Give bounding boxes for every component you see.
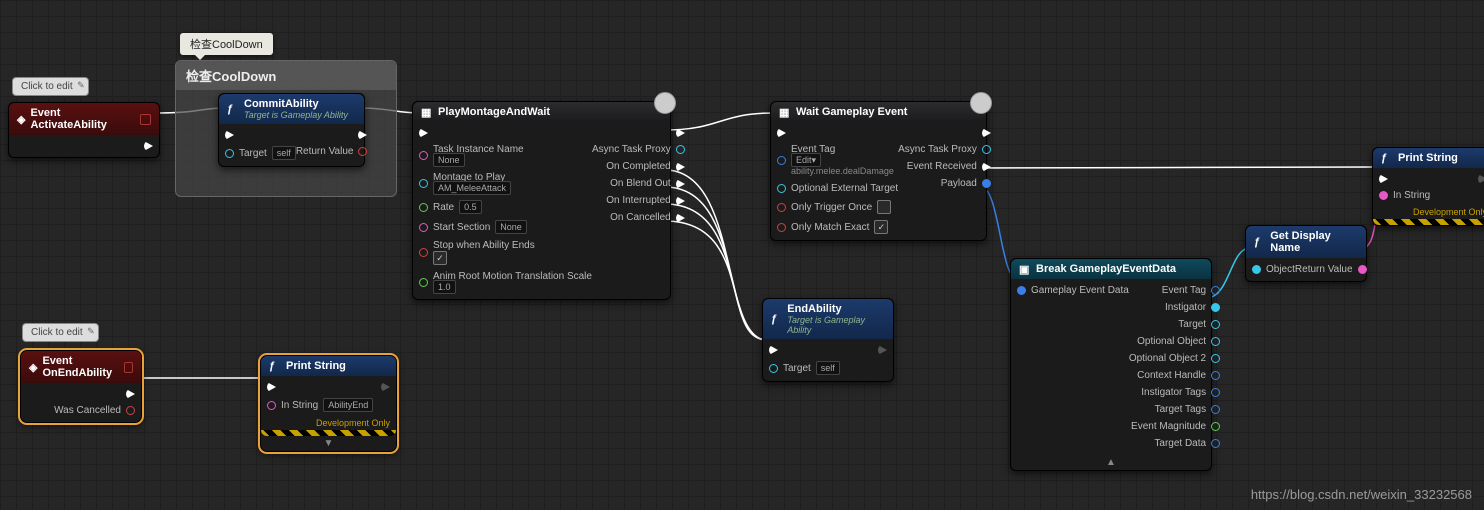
node-play-montage[interactable]: ◷ ▦PlayMontageAndWait Task Instance Name… — [412, 101, 671, 300]
pin-tag[interactable] — [777, 156, 786, 165]
function-icon: ƒ — [1381, 152, 1393, 164]
checkbox-stop[interactable]: ✓ — [433, 251, 447, 265]
pin-in[interactable] — [1017, 286, 1026, 295]
exec-in-pin[interactable] — [419, 128, 428, 138]
checkbox-exact[interactable]: ✓ — [874, 220, 888, 234]
hazard-bar — [1373, 219, 1484, 225]
pin-magnitude[interactable] — [1211, 422, 1220, 431]
function-icon: ƒ — [1254, 236, 1265, 248]
event-icon: ◈ — [17, 113, 25, 126]
delegate-pin — [124, 362, 133, 373]
pin-proxy[interactable] — [676, 145, 685, 154]
comment-tooltip: 检查CoolDown — [180, 33, 273, 55]
exec-in-pin[interactable] — [267, 382, 276, 392]
expand-arrow[interactable]: ▼ — [261, 436, 396, 451]
pin-received[interactable] — [982, 162, 991, 172]
pin-oninterrupted[interactable] — [676, 196, 685, 206]
latent-icon: ◷ — [654, 92, 676, 114]
exec-out-pin[interactable] — [126, 389, 135, 399]
latent-icon: ◷ — [970, 92, 992, 114]
function-icon: ƒ — [227, 103, 239, 115]
exec-out-pin[interactable] — [878, 345, 887, 355]
exec-out-pin[interactable] — [676, 128, 685, 138]
node-print-string-1[interactable]: ƒPrint String In StringAbilityEnd Develo… — [260, 355, 397, 452]
node-get-display-name[interactable]: ƒGet Display Name Object Return Value — [1245, 225, 1367, 282]
function-icon: ƒ — [771, 313, 782, 325]
exec-in-pin[interactable] — [777, 128, 786, 138]
exec-out-pin[interactable] — [982, 128, 991, 138]
checkbox-once[interactable] — [877, 200, 891, 214]
node-icon: ▦ — [779, 106, 791, 118]
target-pin[interactable] — [225, 149, 234, 158]
pin-proxy[interactable] — [982, 145, 991, 154]
pin-anim[interactable] — [419, 278, 428, 287]
pin-section[interactable] — [419, 223, 428, 232]
edit-bubble-1[interactable]: Click to edit — [12, 77, 89, 96]
return-pin[interactable] — [358, 147, 367, 156]
node-print-string-2[interactable]: ƒPrint String In String Development Only — [1372, 147, 1484, 226]
edit-bubble-2[interactable]: Click to edit — [22, 323, 99, 342]
pin-targdata[interactable] — [1211, 439, 1220, 448]
pin-context[interactable] — [1211, 371, 1220, 380]
pin-stop[interactable] — [419, 248, 428, 257]
exec-out-pin[interactable] — [1478, 174, 1484, 184]
exec-out-pin[interactable] — [381, 382, 390, 392]
pin-optobj[interactable] — [1211, 337, 1220, 346]
struct-icon: ▣ — [1019, 263, 1031, 275]
pin-instring[interactable] — [267, 401, 276, 410]
pin-target[interactable] — [1211, 320, 1220, 329]
event-icon: ◈ — [29, 361, 37, 374]
pin-oncompleted[interactable] — [676, 162, 685, 172]
watermark: https://blog.csdn.net/weixin_33232568 — [1251, 487, 1472, 502]
exec-out-pin[interactable] — [144, 141, 153, 151]
exec-in-pin[interactable] — [769, 345, 778, 355]
comment-title: 检查CoolDown — [176, 61, 396, 90]
node-event-activate[interactable]: ◈Event ActivateAbility — [8, 102, 160, 158]
pin-instring[interactable] — [1379, 191, 1388, 200]
pin-onblendout[interactable] — [676, 179, 685, 189]
node-event-onend[interactable]: ◈Event OnEndAbility Was Cancelled — [20, 350, 142, 423]
exec-in-pin[interactable] — [225, 130, 234, 140]
pin-oncancelled[interactable] — [676, 213, 685, 223]
pin-instigator[interactable] — [1211, 303, 1220, 312]
node-break[interactable]: ▣Break GameplayEventData Gameplay Event … — [1010, 258, 1212, 471]
node-wait-event[interactable]: ◷ ▦Wait Gameplay Event Event TagEdit▾abi… — [770, 101, 987, 241]
pin-optional-target[interactable] — [777, 184, 786, 193]
pin-payload[interactable] — [982, 179, 991, 188]
pin-exact[interactable] — [777, 223, 786, 232]
node-commit-ability[interactable]: ƒCommitAbilityTarget is Gameplay Ability… — [218, 93, 365, 167]
pin-targtags[interactable] — [1211, 405, 1220, 414]
pin-object[interactable] — [1252, 265, 1261, 274]
pin-target[interactable] — [769, 364, 778, 373]
node-end-ability[interactable]: ƒEndAbilityTarget is Gameplay Ability Ta… — [762, 298, 894, 382]
exec-out-pin[interactable] — [358, 130, 367, 140]
pin-montage[interactable] — [419, 179, 428, 188]
pin-wascancelled[interactable] — [126, 406, 135, 415]
expand-arrow[interactable]: ▲ — [1011, 455, 1211, 470]
function-icon: ƒ — [269, 360, 281, 372]
pin-taskname[interactable] — [419, 151, 428, 160]
pin-return[interactable] — [1358, 265, 1367, 274]
exec-in-pin[interactable] — [1379, 174, 1388, 184]
pin-rate[interactable] — [419, 203, 428, 212]
pin-insttags[interactable] — [1211, 388, 1220, 397]
delegate-pin — [140, 114, 151, 125]
pin-eventtag[interactable] — [1211, 286, 1220, 295]
node-icon: ▦ — [421, 106, 433, 118]
pin-once[interactable] — [777, 203, 786, 212]
pin-optobj2[interactable] — [1211, 354, 1220, 363]
